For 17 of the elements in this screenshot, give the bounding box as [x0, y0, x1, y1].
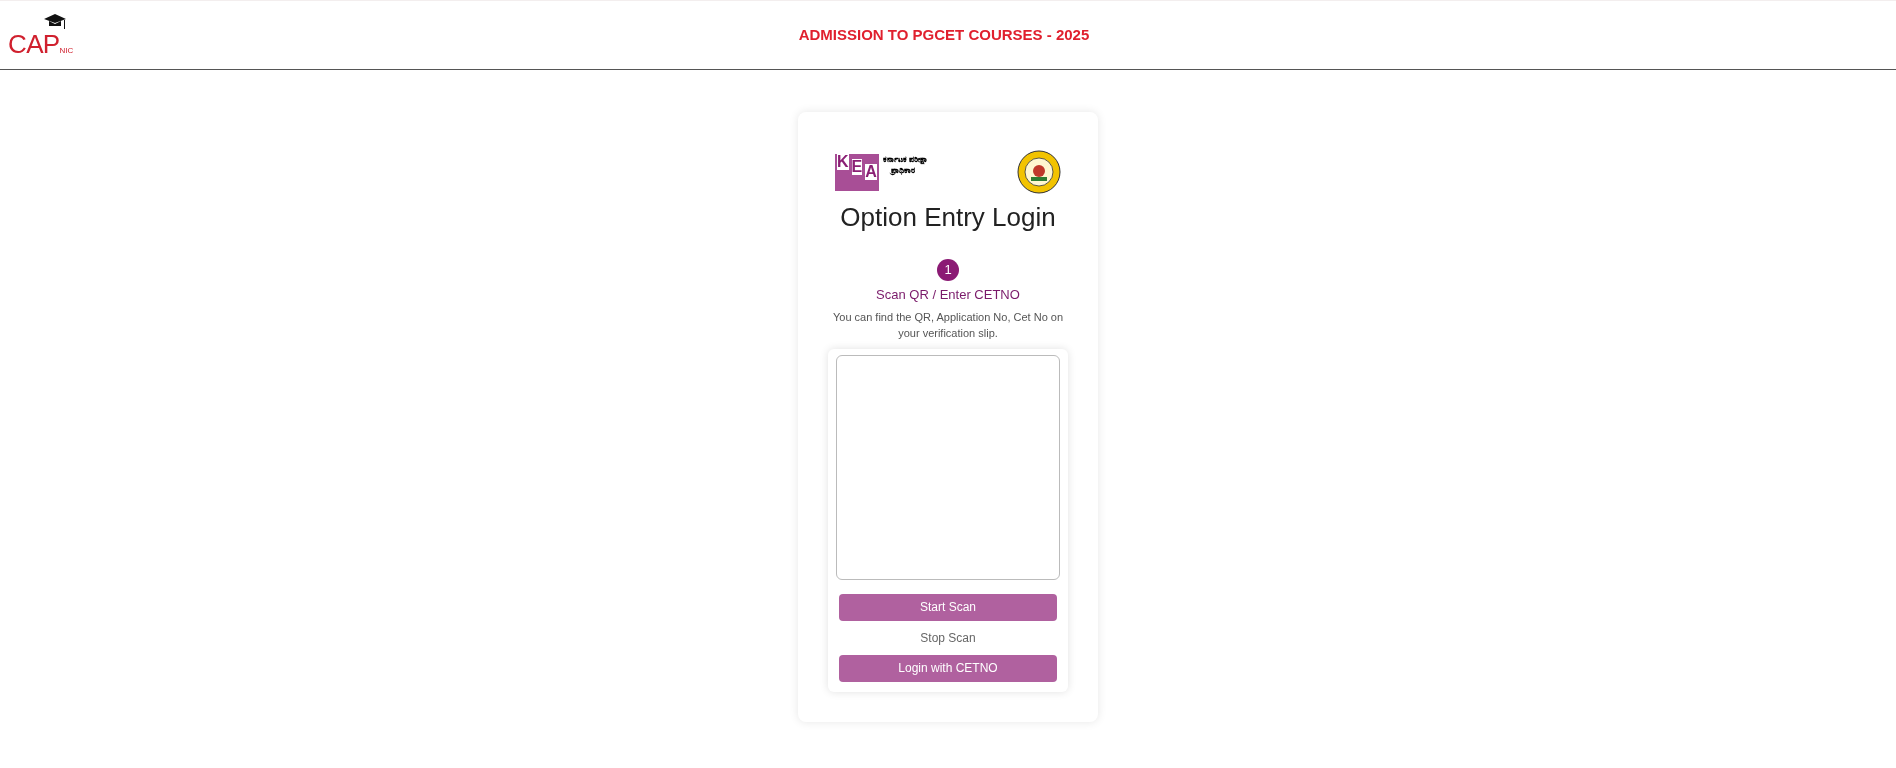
logo-subtext: NIC [59, 47, 74, 55]
step-label: Scan QR / Enter CETNO [876, 286, 1020, 304]
logo-caption: ಕರ್ನಾಟಕ ಪರೀಕ್ಷಾ [883, 153, 929, 165]
stop-button[interactable]: Stop Scan [920, 627, 976, 648]
emblem-icon [1017, 150, 1061, 194]
scan-button[interactable]: Login with CETNO [839, 654, 1057, 682]
page-title: ADMISSION TO PGCET COURSES - 2025 [798, 24, 1090, 45]
logo-letter: E [851, 158, 863, 175]
logo-caption: ಪ್ರಾಧಿಕಾರ [889, 164, 916, 176]
logo-letter: A [865, 163, 877, 180]
step-hint: You can find the QR, Application No, Cet No on your verification slip. [832, 309, 1064, 341]
graduation-cap-icon [44, 13, 66, 31]
scan-button[interactable]: Start Scan [839, 593, 1057, 621]
logo-text: CAP [8, 31, 60, 57]
step-number: 1 [937, 259, 959, 281]
login-title: Option Entry Login [840, 201, 1056, 234]
logo-letter: K [837, 153, 849, 170]
